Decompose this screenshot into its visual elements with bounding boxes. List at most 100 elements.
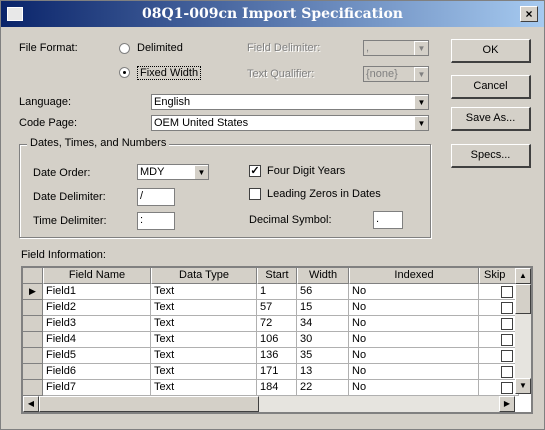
- cell-width[interactable]: 22: [297, 380, 349, 396]
- fixed-width-radio[interactable]: [119, 67, 130, 78]
- column-header-field-name[interactable]: Field Name: [43, 268, 151, 284]
- cell-name[interactable]: Field3: [43, 316, 151, 332]
- chevron-down-icon: ▼: [194, 165, 208, 179]
- cell-start[interactable]: 1: [257, 284, 297, 300]
- cell-start[interactable]: 171: [257, 364, 297, 380]
- vertical-scroll-thumb[interactable]: [515, 284, 531, 314]
- close-button[interactable]: ×: [520, 6, 538, 22]
- cell-start[interactable]: 184: [257, 380, 297, 396]
- row-selector[interactable]: [23, 300, 43, 316]
- skip-checkbox[interactable]: [501, 382, 513, 394]
- column-header-start[interactable]: Start: [257, 268, 297, 284]
- cell-type[interactable]: Text: [151, 364, 257, 380]
- language-select[interactable]: English ▼: [151, 94, 429, 110]
- cell-indexed[interactable]: No: [349, 380, 479, 396]
- cell-type[interactable]: Text: [151, 332, 257, 348]
- column-header-skip[interactable]: Skip: [479, 268, 519, 284]
- leading-zeros-checkbox[interactable]: [249, 188, 261, 200]
- cell-type[interactable]: Text: [151, 300, 257, 316]
- cell-width[interactable]: 34: [297, 316, 349, 332]
- cell-type[interactable]: Text: [151, 380, 257, 396]
- cell-indexed[interactable]: No: [349, 364, 479, 380]
- text-qualifier-select[interactable]: {none} ▼: [363, 66, 429, 82]
- dates-group-label: Dates, Times, and Numbers: [27, 137, 170, 149]
- date-order-select[interactable]: MDY ▼: [137, 164, 209, 180]
- cell-type[interactable]: Text: [151, 284, 257, 300]
- cell-start[interactable]: 106: [257, 332, 297, 348]
- skip-checkbox[interactable]: [501, 318, 513, 330]
- cell-width[interactable]: 13: [297, 364, 349, 380]
- cell-name[interactable]: Field7: [43, 380, 151, 396]
- skip-checkbox[interactable]: [501, 302, 513, 314]
- row-selector[interactable]: [23, 332, 43, 348]
- delimited-label[interactable]: Delimited: [137, 42, 183, 54]
- cell-type[interactable]: Text: [151, 316, 257, 332]
- field-delimiter-select[interactable]: , ▼: [363, 40, 429, 56]
- leading-zeros-label[interactable]: Leading Zeros in Dates: [267, 188, 381, 200]
- row-selector[interactable]: [23, 380, 43, 396]
- cancel-button[interactable]: Cancel: [451, 75, 531, 99]
- chevron-down-icon: ▼: [414, 41, 428, 55]
- date-delimiter-label: Date Delimiter:: [33, 191, 106, 203]
- save-as-button[interactable]: Save As...: [451, 107, 531, 131]
- column-header-width[interactable]: Width: [297, 268, 349, 284]
- cell-skip: [479, 364, 519, 380]
- field-information-label: Field Information:: [21, 249, 106, 261]
- date-delimiter-input[interactable]: /: [137, 188, 175, 206]
- fixed-width-label[interactable]: Fixed Width: [137, 66, 202, 80]
- scroll-down-icon[interactable]: ▼: [515, 378, 531, 394]
- cell-name[interactable]: Field6: [43, 364, 151, 380]
- text-qualifier-label: Text Qualifier:: [247, 68, 315, 80]
- row-selector[interactable]: [23, 364, 43, 380]
- cell-indexed[interactable]: No: [349, 316, 479, 332]
- cell-width[interactable]: 35: [297, 348, 349, 364]
- title-bar: 08Q1-009cn Import Specification ×: [1, 1, 544, 27]
- time-delimiter-input[interactable]: :: [137, 212, 175, 230]
- cell-start[interactable]: 136: [257, 348, 297, 364]
- row-selector[interactable]: [23, 316, 43, 332]
- cell-type[interactable]: Text: [151, 348, 257, 364]
- cell-indexed[interactable]: No: [349, 300, 479, 316]
- cell-width[interactable]: 15: [297, 300, 349, 316]
- column-header-indexed[interactable]: Indexed: [349, 268, 479, 284]
- cell-skip: [479, 380, 519, 396]
- cell-name[interactable]: Field2: [43, 300, 151, 316]
- skip-checkbox[interactable]: [501, 286, 513, 298]
- cell-indexed[interactable]: No: [349, 332, 479, 348]
- file-format-label: File Format:: [19, 42, 78, 54]
- cell-name[interactable]: Field1: [43, 284, 151, 300]
- cell-width[interactable]: 30: [297, 332, 349, 348]
- code-page-value: OEM United States: [154, 117, 249, 129]
- cell-indexed[interactable]: No: [349, 348, 479, 364]
- cell-skip: [479, 300, 519, 316]
- scroll-left-icon[interactable]: ◀: [23, 396, 39, 412]
- code-page-select[interactable]: OEM United States ▼: [151, 115, 429, 131]
- cell-start[interactable]: 72: [257, 316, 297, 332]
- four-digit-years-checkbox[interactable]: ✓: [249, 165, 261, 177]
- ok-button[interactable]: OK: [451, 39, 531, 63]
- skip-checkbox[interactable]: [501, 350, 513, 362]
- cell-name[interactable]: Field4: [43, 332, 151, 348]
- scroll-right-icon[interactable]: ▶: [499, 396, 515, 412]
- cell-start[interactable]: 57: [257, 300, 297, 316]
- vertical-scrollbar[interactable]: ▲ ▼: [515, 268, 531, 394]
- column-header-data-type[interactable]: Data Type: [151, 268, 257, 284]
- four-digit-years-label[interactable]: Four Digit Years: [267, 165, 345, 177]
- cell-width[interactable]: 56: [297, 284, 349, 300]
- row-pointer-icon[interactable]: ▶: [23, 284, 43, 300]
- code-page-label: Code Page:: [19, 117, 78, 129]
- cell-skip: [479, 348, 519, 364]
- field-information-grid[interactable]: Field Name Data Type Start Width Indexed…: [21, 266, 533, 414]
- cell-indexed[interactable]: No: [349, 284, 479, 300]
- specs-button[interactable]: Specs...: [451, 144, 531, 168]
- horizontal-scroll-thumb[interactable]: [39, 396, 259, 412]
- row-selector[interactable]: [23, 348, 43, 364]
- delimited-radio[interactable]: [119, 43, 130, 54]
- horizontal-scrollbar[interactable]: ◀ ▶: [23, 396, 515, 412]
- decimal-symbol-input[interactable]: .: [373, 211, 403, 229]
- skip-checkbox[interactable]: [501, 366, 513, 378]
- chevron-down-icon: ▼: [414, 95, 428, 109]
- skip-checkbox[interactable]: [501, 334, 513, 346]
- scroll-up-icon[interactable]: ▲: [515, 268, 531, 284]
- cell-name[interactable]: Field5: [43, 348, 151, 364]
